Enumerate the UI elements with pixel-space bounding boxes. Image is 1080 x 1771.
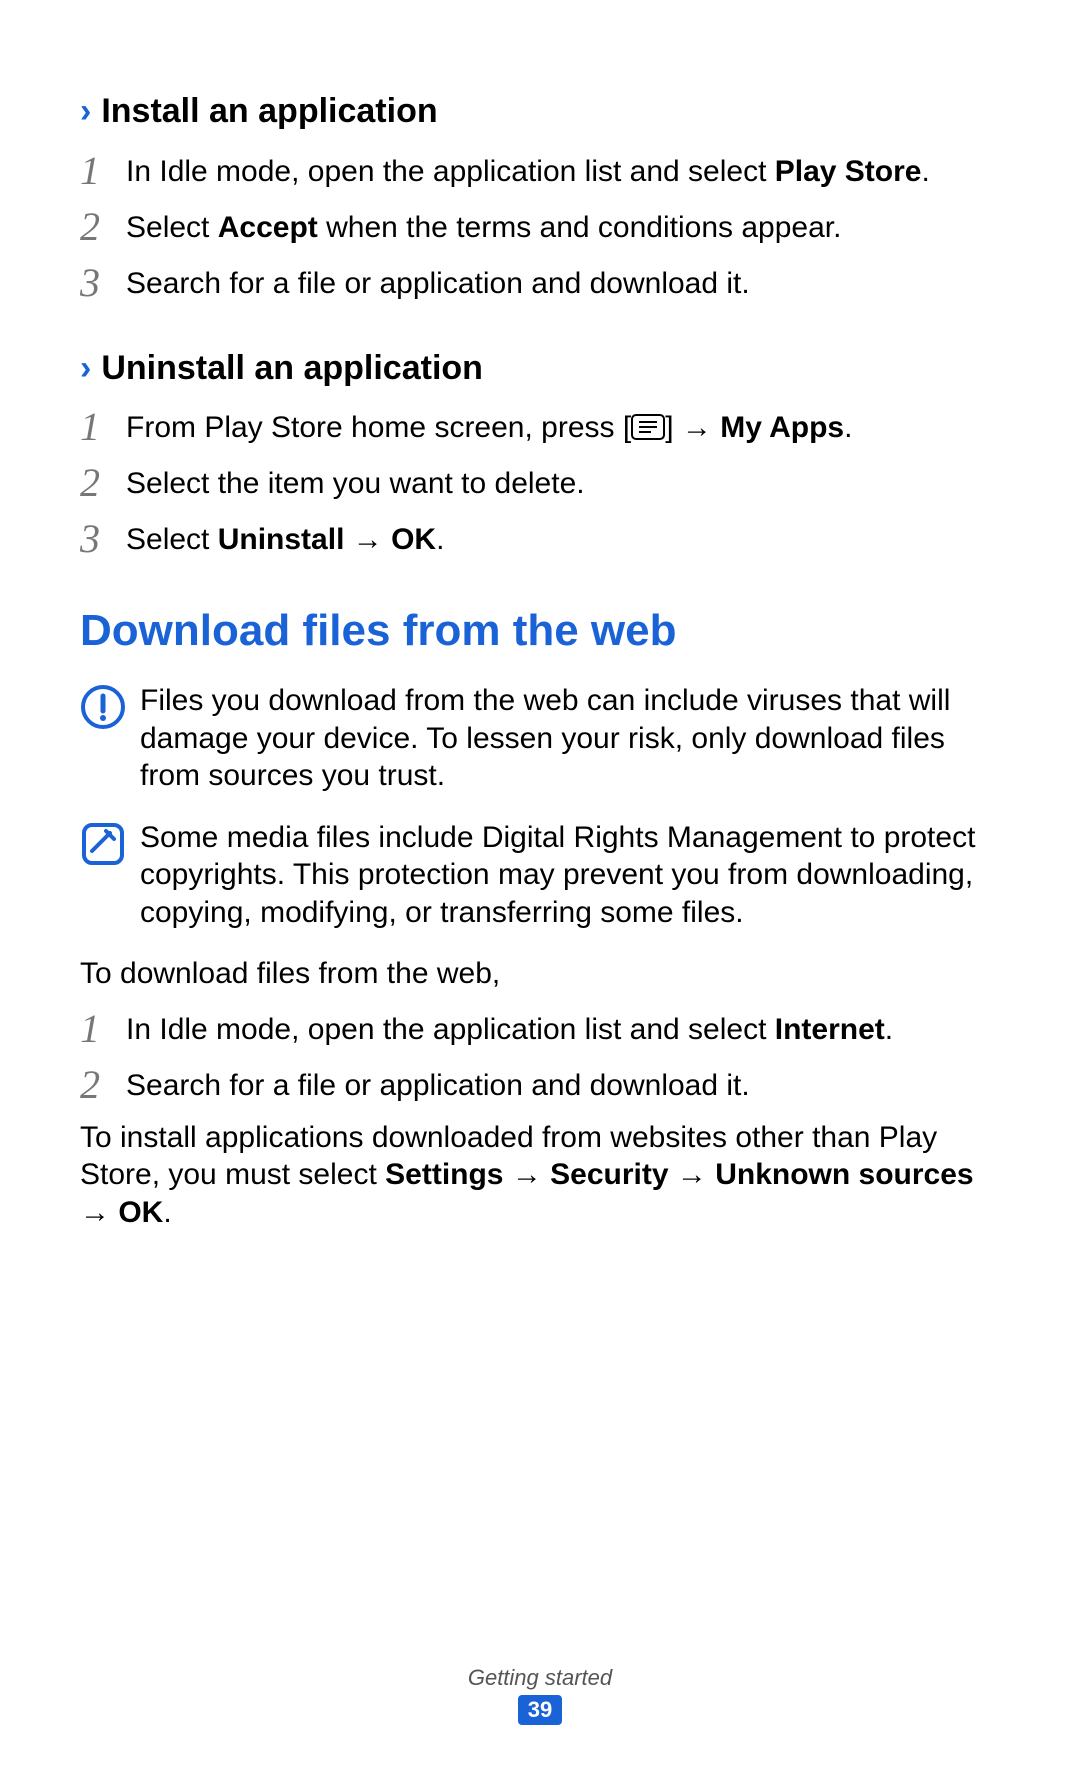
- step-number: 2: [80, 205, 126, 247]
- bold-text: Accept: [218, 211, 318, 244]
- text: .: [163, 1196, 171, 1229]
- text: .: [921, 155, 929, 188]
- step-number: 1: [80, 1007, 126, 1049]
- step-body: Search for a file or application and dow…: [126, 1063, 1000, 1105]
- page-number-badge: 39: [518, 1695, 562, 1725]
- footer-section-name: Getting started: [0, 1664, 1080, 1692]
- bold-text: Play Store: [775, 155, 922, 188]
- uninstall-step-1: 1 From Play Store home screen, press [ ] …: [80, 405, 1000, 447]
- info-text: Some media files include Digital Rights …: [140, 819, 1000, 932]
- text: ] →: [665, 411, 720, 444]
- text: From Play Store home screen, press [: [126, 411, 631, 444]
- install-step-3: 3 Search for a file or application and d…: [80, 261, 1000, 303]
- download-step-1: 1 In Idle mode, open the application lis…: [80, 1007, 1000, 1049]
- warning-note: Files you download from the web can incl…: [80, 682, 1000, 795]
- install-step-2: 2 Select Accept when the terms and condi…: [80, 205, 1000, 247]
- step-number: 2: [80, 461, 126, 503]
- section-title-download: Download files from the web: [80, 603, 1000, 658]
- step-body: Select Uninstall → OK.: [126, 517, 1000, 559]
- uninstall-step-2: 2 Select the item you want to delete.: [80, 461, 1000, 503]
- chevron-right-icon: ›: [80, 347, 91, 390]
- step-body: From Play Store home screen, press [] → …: [126, 405, 1000, 447]
- bold-text: My Apps: [720, 411, 844, 444]
- menu-icon: [631, 414, 665, 440]
- text: Select the item you want to delete.: [126, 467, 585, 500]
- step-body: Select the item you want to delete.: [126, 461, 1000, 503]
- step-number: 3: [80, 261, 126, 303]
- text: Select: [126, 211, 218, 244]
- text: In Idle mode, open the application list …: [126, 1013, 775, 1046]
- text: .: [844, 411, 852, 444]
- text: Search for a file or application and dow…: [126, 267, 750, 300]
- subheading-install: › Install an application: [80, 90, 1000, 133]
- subheading-uninstall: › Uninstall an application: [80, 347, 1000, 390]
- step-body: In Idle mode, open the application list …: [126, 149, 1000, 191]
- step-number: 2: [80, 1063, 126, 1105]
- bold-text: Uninstall → OK: [218, 523, 436, 556]
- bold-text: Internet: [775, 1013, 885, 1046]
- page-footer: Getting started 39: [0, 1664, 1080, 1726]
- step-body: In Idle mode, open the application list …: [126, 1007, 1000, 1049]
- uninstall-step-3: 3 Select Uninstall → OK.: [80, 517, 1000, 559]
- download-outro: To install applications downloaded from …: [80, 1119, 1000, 1232]
- download-step-2: 2 Search for a file or application and d…: [80, 1063, 1000, 1105]
- step-body: Select Accept when the terms and conditi…: [126, 205, 1000, 247]
- caution-icon: [80, 682, 140, 730]
- warning-text: Files you download from the web can incl…: [140, 682, 1000, 795]
- step-number: 1: [80, 405, 126, 447]
- step-body: Search for a file or application and dow…: [126, 261, 1000, 303]
- chevron-right-icon: ›: [80, 90, 91, 133]
- step-number: 3: [80, 517, 126, 559]
- text: Search for a file or application and dow…: [126, 1069, 750, 1102]
- subheading-uninstall-text: Uninstall an application: [101, 347, 483, 390]
- text: In Idle mode, open the application list …: [126, 155, 775, 188]
- step-number: 1: [80, 149, 126, 191]
- text: .: [436, 523, 444, 556]
- text: Select: [126, 523, 218, 556]
- download-intro: To download files from the web,: [80, 955, 1000, 993]
- info-note: Some media files include Digital Rights …: [80, 819, 1000, 932]
- text: when the terms and conditions appear.: [318, 211, 842, 244]
- subheading-install-text: Install an application: [101, 90, 437, 133]
- note-icon: [80, 819, 140, 867]
- install-step-1: 1 In Idle mode, open the application lis…: [80, 149, 1000, 191]
- text: .: [885, 1013, 893, 1046]
